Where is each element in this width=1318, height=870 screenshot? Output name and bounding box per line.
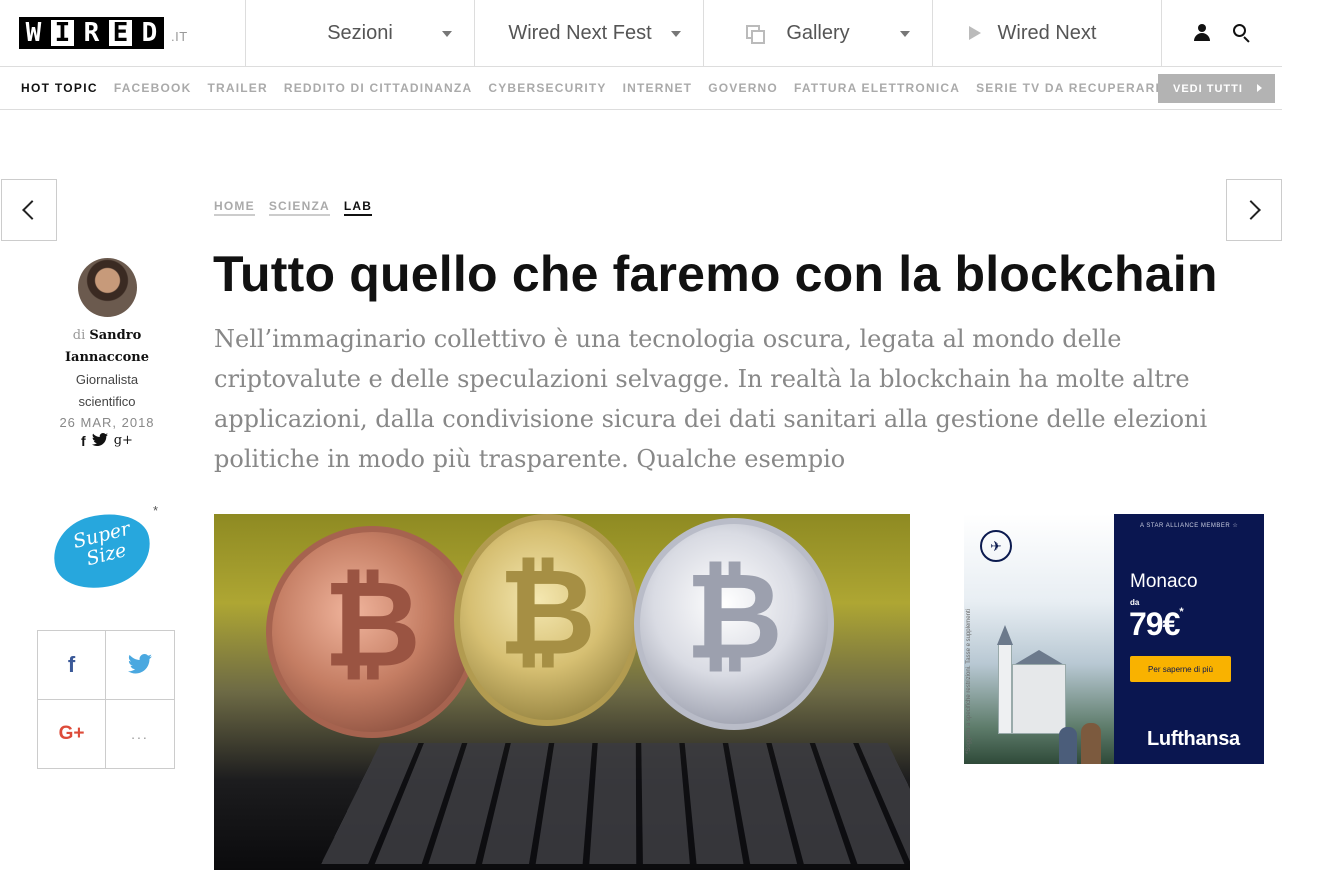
hot-topic-link[interactable]: INTERNET [623,81,693,95]
google-plus-icon[interactable]: g+ [114,433,133,449]
supersize-mark: * [152,503,158,518]
share-facebook-button[interactable]: f [38,631,106,700]
twitter-icon [128,654,152,674]
bitcoin-symbol: ₿ [498,543,596,683]
chevron-down-icon [442,31,452,37]
hot-topic-link[interactable]: FACEBOOK [114,81,192,95]
article-title: Tutto quello che faremo con la blockchai… [213,246,1218,302]
ad-brand: Lufthansa [1147,728,1240,750]
author-last-name[interactable]: Iannaccone [40,347,174,369]
nav-fest-label: Wired Next Fest [508,21,652,44]
nav-wired-next-fest[interactable]: Wired Next Fest [475,0,704,66]
site-header: W I R E D .IT Sezioni Wired Next Fest Ga… [0,0,1282,67]
more-icon: ... [131,725,149,742]
travellers-illustration [1059,719,1105,764]
ad-fineprint: *Soggetto a specifiche restrizioni. Tass… [966,609,972,754]
hot-topic-link[interactable]: GOVERNO [708,81,778,95]
next-article-button[interactable] [1226,179,1282,241]
hot-topic-link[interactable]: CYBERSECURITY [488,81,606,95]
logo-letter: W [19,17,48,49]
article-date: 26 MAR, 2018 [59,415,155,430]
breadcrumb-home[interactable]: HOME [214,199,255,216]
twitter-icon[interactable] [91,433,108,447]
nav-wired-next[interactable]: Wired Next [933,0,1162,66]
article-subtitle: Nell’immaginario collettivo è una tecnol… [214,325,1208,473]
author-role-line2: scientifico [78,394,136,409]
ad-price: 79€* [1129,606,1184,643]
play-icon [969,26,981,40]
chevron-right-icon [1257,84,1262,92]
ad-destination: Monaco [1130,571,1198,592]
hot-topic-link[interactable]: FATTURA ELETTRONICA [794,81,960,95]
author-byline: di Sandro [40,325,174,347]
logo-tld: .IT [171,28,188,44]
breadcrumb-scienza[interactable]: SCIENZA [268,199,330,216]
ad-alliance-text: A STAR ALLIANCE MEMBER ☆ [1140,523,1239,529]
castle-illustration [997,624,1068,734]
ad-price-value: 79€ [1129,606,1180,642]
lufthansa-crane-icon: ✈ [980,530,1012,562]
author-role-line1: Giornalista [75,372,139,387]
hero-image[interactable]: ₿ ₿ ₿ [214,514,910,870]
search-icon[interactable] [1233,24,1251,43]
logo-letter: R [77,17,106,49]
chevron-right-icon [1241,200,1261,220]
bitcoin-symbol: ₿ [685,547,783,687]
nav-gallery[interactable]: Gallery [704,0,933,66]
author-first-name[interactable]: Sandro [89,328,141,343]
breadcrumb-lab[interactable]: LAB [343,199,373,216]
gallery-icon [746,25,765,44]
logo-link[interactable]: W I R E D .IT [0,0,246,66]
bitcoin-gold-coin: ₿ [454,514,640,726]
author-prefix: di [72,328,86,343]
nav-sezioni-label: Sezioni [327,21,393,44]
breadcrumb: HOME SCIENZA LAB [214,199,373,216]
nav-gallery-label: Gallery [786,21,850,44]
chevron-down-icon [671,31,681,37]
nav-sezioni[interactable]: Sezioni [246,0,475,66]
logo-letter: I [48,17,77,49]
chevron-left-icon [22,200,42,220]
header-tools [1162,0,1282,66]
ad-text-panel: A STAR ALLIANCE MEMBER ☆ Monaco da 79€* … [1114,514,1264,764]
keyboard-illustration [321,742,910,864]
logo-letter: E [106,17,135,49]
hot-topic-label: HOT TOPIC [21,81,98,95]
author-social-links: f g+ [40,433,174,449]
chevron-down-icon [900,31,910,37]
lufthansa-ad[interactable]: ✈ *Soggetto a specifiche restrizioni. Ta… [964,514,1264,764]
bitcoin-symbol: ₿ [323,555,421,695]
see-all-button[interactable]: VEDI TUTTI [1158,74,1275,103]
nav-next-label: Wired Next [997,21,1097,44]
share-google-plus-button[interactable]: G+ [38,699,106,768]
bitcoin-silver-coin: ₿ [634,518,834,730]
share-twitter-button[interactable] [106,631,174,700]
share-more-button[interactable]: ... [106,700,174,769]
facebook-icon[interactable]: f [81,433,86,449]
ad-cta-button[interactable]: Per saperne di più [1130,656,1231,682]
bitcoin-copper-coin: ₿ [266,526,478,738]
facebook-icon: f [67,651,76,677]
ad-image-panel: ✈ *Soggetto a specifiche restrizioni. Ta… [964,514,1114,764]
logo-letter: D [135,17,164,49]
hot-topic-link[interactable]: TRAILER [207,81,267,95]
author-avatar[interactable] [77,258,137,317]
see-all-label: VEDI TUTTI [1173,82,1243,95]
hot-topic-link[interactable]: SERIE TV DA RECUPERARE [976,81,1165,95]
ad-price-mark: * [1179,606,1183,618]
user-icon[interactable] [1193,24,1211,42]
author-box: di Sandro Iannaccone Giornalista scienti… [40,258,174,449]
hot-topic-link[interactable]: REDDITO DI CITTADINANZA [284,81,472,95]
supersize-badge[interactable]: Super Size * [45,503,159,598]
google-plus-icon: G+ [58,722,85,744]
wired-logo: W I R E D [19,17,164,49]
hot-topic-bar: HOT TOPIC FACEBOOK TRAILER REDDITO DI CI… [0,67,1282,110]
previous-article-button[interactable] [1,179,57,241]
share-grid: f G+ ... [37,630,175,769]
